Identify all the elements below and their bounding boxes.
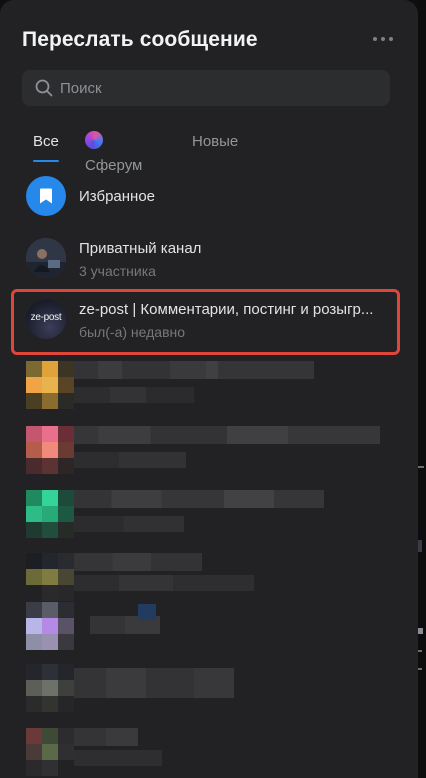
contact-favorites[interactable]: Избранное xyxy=(22,170,396,226)
censored-contact-row[interactable] xyxy=(26,553,396,601)
dialog-header: Переслать сообщение xyxy=(22,28,396,58)
bookmark-icon xyxy=(40,188,52,204)
forward-message-dialog: Переслать сообщение Все Сферум Новые Изб… xyxy=(0,0,418,778)
censored-contact-row[interactable] xyxy=(26,602,396,650)
more-icon[interactable] xyxy=(372,32,394,46)
person-photo-icon xyxy=(26,238,66,278)
censored-contact-row[interactable] xyxy=(26,664,396,712)
tab-sferum[interactable]: Сферум xyxy=(85,130,142,174)
tab-all[interactable]: Все xyxy=(33,130,59,162)
background-edge xyxy=(418,0,426,778)
dialog-title: Переслать сообщение xyxy=(22,28,258,51)
contact-name: ze-post | Комментарии, постинг и розыгр.… xyxy=(79,301,374,318)
sferum-logo-icon xyxy=(85,131,103,149)
channel-photo-avatar xyxy=(26,238,66,278)
censored-contact-row[interactable] xyxy=(26,361,396,409)
tab-new[interactable]: Новые xyxy=(192,130,238,162)
censored-contact-row[interactable] xyxy=(26,490,396,538)
ze-post-avatar: ze-post xyxy=(26,299,66,339)
censored-contact-row[interactable] xyxy=(26,728,396,776)
search-box xyxy=(22,70,390,106)
contact-ze-post[interactable]: ze-post ze-post | Комментарии, постинг и… xyxy=(22,293,396,349)
contact-private-channel[interactable]: Приватный канал 3 участника xyxy=(22,232,396,288)
search-input[interactable] xyxy=(60,70,380,106)
contact-subtitle: был(-а) недавно xyxy=(79,324,186,340)
contact-name: Приватный канал xyxy=(79,240,202,257)
contact-name: Избранное xyxy=(79,188,156,205)
ze-post-avatar-text: ze-post xyxy=(30,312,62,323)
contact-subtitle: 3 участника xyxy=(79,263,156,279)
censored-contact-row[interactable] xyxy=(26,426,396,474)
search-icon xyxy=(35,79,53,97)
bookmark-avatar xyxy=(26,176,66,216)
